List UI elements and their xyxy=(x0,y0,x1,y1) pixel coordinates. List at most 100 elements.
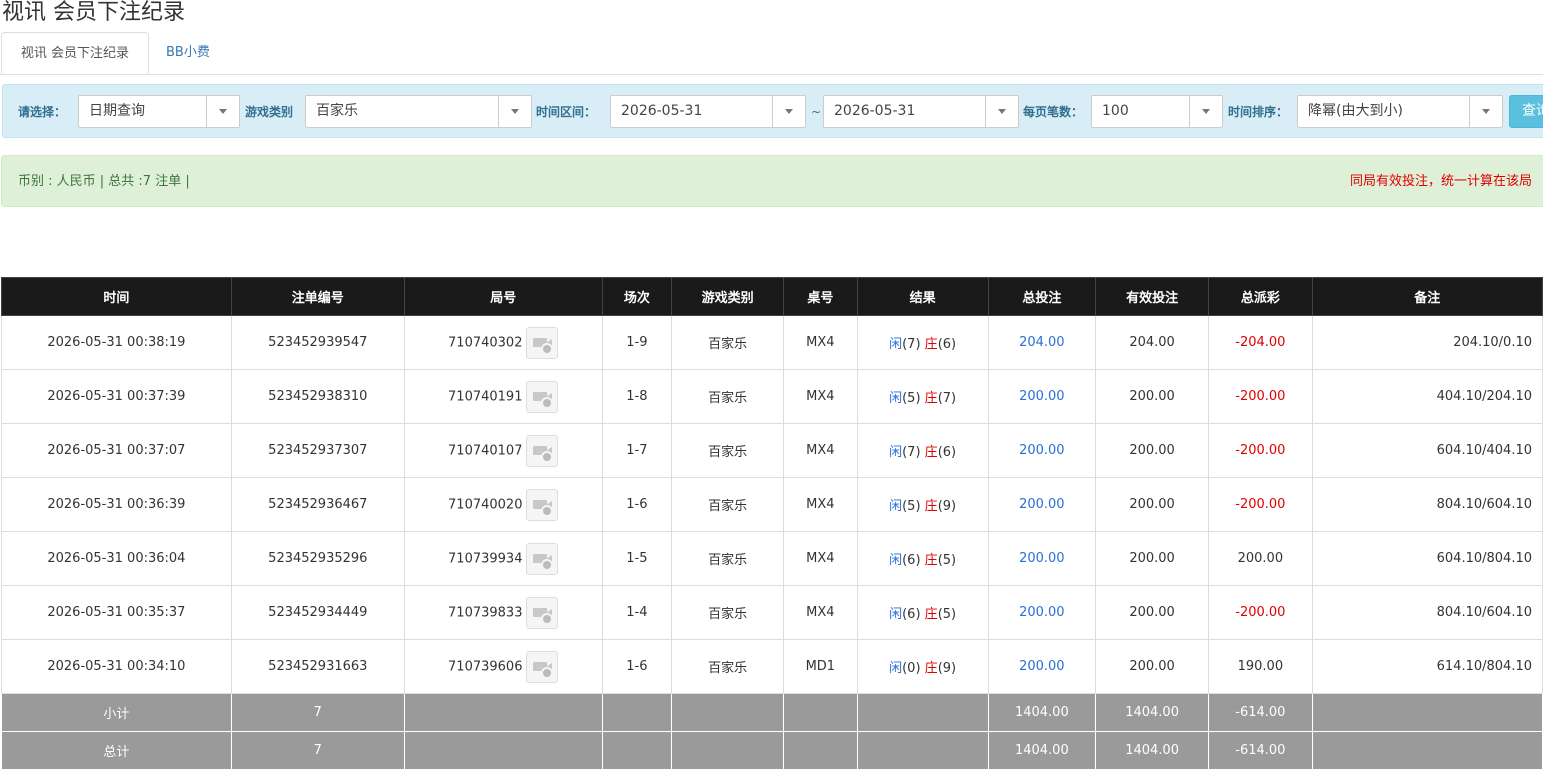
round-no-text: 710740302 xyxy=(448,335,523,350)
cell-order-no: 523452938310 xyxy=(230,369,405,424)
table-row: 2026-05-31 00:36:04 523452935296 710739934… xyxy=(1,531,1543,586)
date-to-select[interactable]: 2026-05-31 xyxy=(823,95,1019,128)
per-page-select[interactable]: 100 xyxy=(1091,95,1223,128)
col-header-payout: 总派彩 xyxy=(1208,277,1313,316)
table-row: 2026-05-31 00:37:39 523452938310 710740191… xyxy=(1,369,1543,424)
game-type-select[interactable]: 百家乐 xyxy=(305,95,532,128)
video-replay-icon[interactable] xyxy=(526,434,559,467)
cell-valid-bet: 200.00 xyxy=(1094,585,1210,640)
video-replay-icon[interactable] xyxy=(526,596,559,629)
date-from-select[interactable]: 2026-05-31 xyxy=(610,95,806,128)
page-title: 视讯 会员下注纪录 xyxy=(2,0,185,25)
banker-label: 庄 xyxy=(924,391,938,406)
round-no-text: 710739606 xyxy=(448,659,523,674)
sort-select[interactable]: 降幂(由大到小) xyxy=(1297,95,1503,128)
video-replay-icon[interactable] xyxy=(526,380,559,413)
cell-table-no: MX4 xyxy=(783,531,858,586)
cell-total-bet[interactable]: 204.00 xyxy=(987,315,1096,370)
total-valid-bet: 1404.00 xyxy=(1094,731,1210,770)
cell-total-bet[interactable]: 200.00 xyxy=(987,423,1096,478)
cell-game: 百家乐 xyxy=(671,423,785,478)
cell-valid-bet: 200.00 xyxy=(1094,369,1210,424)
cell-round-no: 710739833 xyxy=(403,585,603,640)
bet-records-table-wrap: 时间 注单编号 局号 场次 游戏类别 桌号 结果 总投注 有效投注 总派彩 备注… xyxy=(1,277,1543,770)
cell-session: 1-6 xyxy=(601,639,673,694)
cell-order-no: 523452931663 xyxy=(230,639,405,694)
cell-order-no: 523452939547 xyxy=(230,315,405,370)
banker-score: (9) xyxy=(937,661,957,676)
cell-order-no: 523452935296 xyxy=(230,531,405,586)
video-replay-icon[interactable] xyxy=(526,542,559,575)
cell-payout: 200.00 xyxy=(1208,531,1313,586)
cell-note: 804.10/604.10 xyxy=(1311,585,1543,640)
cell-total-bet[interactable]: 200.00 xyxy=(987,639,1096,694)
col-header-round-no: 局号 xyxy=(403,277,603,316)
player-score: (6) xyxy=(902,607,921,622)
video-replay-icon[interactable] xyxy=(526,326,559,359)
cell-result: 闲(0) 庄(9) xyxy=(856,639,989,694)
cell-total-bet[interactable]: 200.00 xyxy=(987,531,1096,586)
chevron-down-icon xyxy=(219,109,227,114)
player-score: (5) xyxy=(902,391,921,406)
video-replay-icon[interactable] xyxy=(526,488,559,521)
banker-score: (9) xyxy=(937,499,957,514)
subtotal-row: 小计 7 1404.00 1404.00 -614.00 xyxy=(1,693,1543,732)
cell-note: 604.10/804.10 xyxy=(1311,531,1543,586)
cell-note: 614.10/804.10 xyxy=(1311,639,1543,694)
cell-payout: -200.00 xyxy=(1208,423,1313,478)
banker-score: (6) xyxy=(937,337,957,352)
cell-game: 百家乐 xyxy=(671,585,785,640)
col-header-order-no: 注单编号 xyxy=(230,277,405,316)
video-replay-icon[interactable] xyxy=(526,650,559,683)
cell-result: 闲(7) 庄(6) xyxy=(856,315,989,370)
player-label: 闲 xyxy=(889,391,903,406)
summary-info: 币别 : 人民币 | 总共 :7 注单 | xyxy=(18,174,190,189)
cell-valid-bet: 200.00 xyxy=(1094,477,1210,532)
cell-game: 百家乐 xyxy=(671,477,785,532)
summary-bar: 币别 : 人民币 | 总共 :7 注单 | 同局有效投注，统一计算在该局 xyxy=(1,155,1543,207)
cell-note: 804.10/604.10 xyxy=(1311,477,1543,532)
cell-game: 百家乐 xyxy=(671,369,785,424)
tab-bet-records[interactable]: 视讯 会员下注纪录 xyxy=(1,32,149,74)
table-header-row: 时间 注单编号 局号 场次 游戏类别 桌号 结果 总投注 有效投注 总派彩 备注 xyxy=(1,277,1543,316)
player-label: 闲 xyxy=(889,607,903,622)
cell-note: 604.10/404.10 xyxy=(1311,423,1543,478)
cell-payout: -200.00 xyxy=(1208,585,1313,640)
table-row: 2026-05-31 00:36:39 523452936467 710740020… xyxy=(1,477,1543,532)
cell-total-bet[interactable]: 200.00 xyxy=(987,477,1096,532)
cell-time: 2026-05-31 00:37:07 xyxy=(1,423,232,478)
cell-session: 1-9 xyxy=(601,315,673,370)
table-row: 2026-05-31 00:38:19 523452939547 710740302… xyxy=(1,315,1543,370)
cell-order-no: 523452936467 xyxy=(230,477,405,532)
player-label: 闲 xyxy=(889,499,903,514)
summary-notice: 同局有效投注，统一计算在该局 xyxy=(1350,174,1533,189)
round-no-text: 710739833 xyxy=(448,605,523,620)
total-label: 总计 xyxy=(1,731,232,770)
cell-result: 闲(5) 庄(7) xyxy=(856,369,989,424)
banker-score: (5) xyxy=(937,553,957,568)
player-score: (7) xyxy=(902,337,921,352)
chevron-down-icon xyxy=(998,109,1006,114)
query-type-label: 请选择： xyxy=(18,105,67,119)
banker-score: (7) xyxy=(937,391,957,406)
cell-session: 1-8 xyxy=(601,369,673,424)
cell-valid-bet: 204.00 xyxy=(1094,315,1210,370)
cell-table-no: MX4 xyxy=(783,477,858,532)
tab-bb-tips[interactable]: BB小费 xyxy=(150,32,226,73)
cell-time: 2026-05-31 00:37:39 xyxy=(1,369,232,424)
cell-total-bet[interactable]: 200.00 xyxy=(987,369,1096,424)
col-header-time: 时间 xyxy=(1,277,232,316)
cell-order-no: 523452934449 xyxy=(230,585,405,640)
query-button[interactable]: 查询 xyxy=(1509,95,1543,128)
cell-note: 204.10/0.10 xyxy=(1311,315,1543,370)
sort-label: 时间排序： xyxy=(1228,105,1289,119)
player-label: 闲 xyxy=(889,445,903,460)
col-header-result: 结果 xyxy=(856,277,989,316)
cell-time: 2026-05-31 00:35:37 xyxy=(1,585,232,640)
cell-total-bet[interactable]: 200.00 xyxy=(987,585,1096,640)
query-type-select[interactable]: 日期查询 xyxy=(78,95,240,128)
round-no-text: 710739934 xyxy=(448,551,523,566)
table-row: 2026-05-31 00:34:10 523452931663 710739606… xyxy=(1,639,1543,694)
cell-result: 闲(6) 庄(5) xyxy=(856,585,989,640)
cell-valid-bet: 200.00 xyxy=(1094,531,1210,586)
